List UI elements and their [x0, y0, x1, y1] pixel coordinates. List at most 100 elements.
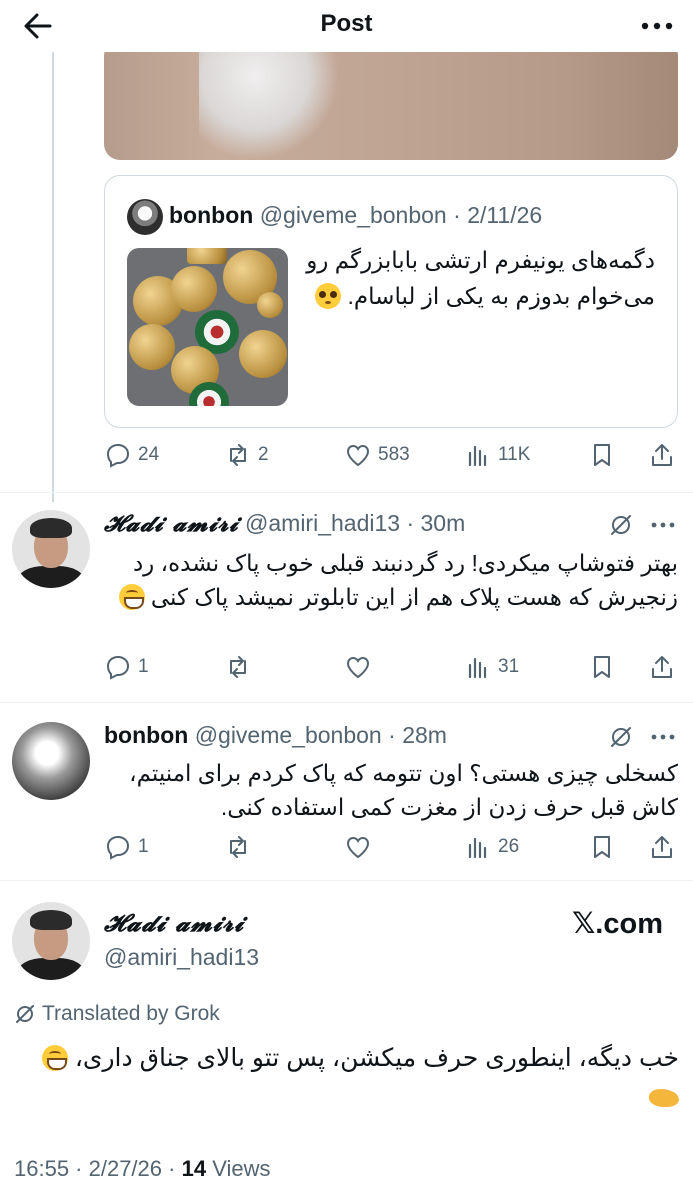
avatar[interactable] [12, 722, 90, 800]
views-button[interactable]: 31 [464, 652, 519, 682]
author-name[interactable]: bonbon [104, 722, 188, 748]
like-count: 583 [378, 444, 410, 465]
author-handle: @amiri_hadi13 [245, 510, 401, 536]
views-button[interactable]: 26 [464, 832, 519, 862]
pointing-hand-icon [649, 1089, 679, 1107]
avatar[interactable] [127, 199, 163, 235]
reply-actions: 1 26 [104, 832, 678, 862]
like-button[interactable] [344, 832, 372, 862]
avatar[interactable] [12, 510, 90, 588]
reply-icon [106, 655, 130, 680]
heart-icon [346, 836, 370, 859]
avatar[interactable] [12, 902, 90, 980]
repost-button[interactable] [224, 832, 252, 862]
like-button[interactable]: 583 [344, 440, 410, 470]
post-photo[interactable] [104, 40, 678, 160]
quoted-post[interactable]: bonbon @giveme_bonbon · 2/11/26 دگمه‌های… [104, 175, 678, 428]
reply-button[interactable]: 1 [104, 652, 149, 682]
grok-translate-icon[interactable] [608, 724, 634, 750]
avatar-shirt [18, 566, 84, 588]
post-time: 28m [402, 722, 447, 748]
repost-icon [230, 656, 246, 678]
views-icon [468, 657, 487, 679]
photo-button [129, 324, 175, 370]
photo-button [257, 292, 283, 318]
like-button[interactable] [344, 652, 372, 682]
share-icon [652, 444, 672, 466]
separator: · [400, 510, 421, 536]
bookmark-icon [594, 444, 610, 466]
more-options-icon[interactable] [648, 724, 678, 750]
bookmark-button[interactable] [588, 440, 616, 470]
separator: · [453, 202, 468, 228]
views-count: 11K [498, 444, 531, 465]
avatar-hair [30, 910, 72, 930]
reply-icon [106, 835, 130, 860]
photo-button [171, 266, 217, 312]
repost-button[interactable]: 2 [224, 440, 269, 470]
translated-by-grok[interactable]: Translated by Grok [14, 1002, 220, 1026]
share-icon [652, 656, 672, 678]
repost-icon [230, 444, 246, 466]
divider [0, 702, 693, 703]
views-icon [468, 837, 487, 859]
avatar-hair [30, 518, 72, 538]
reply-text: بهتر فتوشاپ میکردی! رد گردنبند قبلی خوب … [104, 546, 678, 614]
author-name[interactable]: 𝓗𝓪𝓭𝓲 𝓪𝓶𝓲𝓻𝓲 [104, 908, 244, 937]
share-button[interactable] [648, 440, 676, 470]
bookmark-icon [594, 656, 610, 678]
author-handle[interactable]: @amiri_hadi13 [104, 944, 259, 971]
views-count: 14 [181, 1156, 207, 1181]
author-handle: @giveme_bonbon [259, 202, 447, 228]
reply-actions: 1 31 [104, 652, 678, 682]
heart-icon [346, 444, 370, 467]
views-icon [468, 445, 487, 467]
heart-icon [346, 656, 370, 679]
photo-highlight [199, 40, 339, 160]
main-post: 𝓗𝓪𝓭𝓲 𝓪𝓶𝓲𝓻𝓲 @amiri_hadi13 𝕏.com Translate… [0, 880, 693, 1200]
repost-button[interactable] [224, 652, 252, 682]
photo-button [187, 248, 227, 264]
more-options-icon[interactable] [637, 10, 677, 42]
bookmark-icon [594, 836, 610, 858]
post-text: خب دیگه، اینطوری حرف میکشن، پس تتو بالای… [14, 1038, 679, 1118]
separator: · [381, 722, 403, 748]
page-title: Post [320, 10, 373, 37]
reply-button[interactable]: 1 [104, 832, 149, 862]
share-button[interactable] [648, 832, 676, 862]
reply-icon [106, 443, 130, 468]
post-time: 30m [420, 510, 466, 536]
views-count: 31 [498, 656, 520, 677]
reply-count: 1 [138, 836, 149, 857]
x-brand-watermark: 𝕏.com [571, 908, 663, 940]
author-name[interactable]: bonbon [169, 202, 253, 228]
share-button[interactable] [648, 652, 676, 682]
post-timestamp: 16:55 · 2/27/26 · [14, 1156, 176, 1181]
repost-icon [230, 836, 246, 858]
reply-count: 24 [138, 444, 160, 465]
more-options-icon[interactable] [648, 512, 678, 538]
post-actions: 24 2 583 11K [104, 440, 678, 470]
views-label: Views [212, 1156, 271, 1181]
views-button[interactable]: 11K [464, 440, 530, 470]
translated-label: Translated by Grok [42, 1002, 220, 1025]
grok-translate-icon[interactable] [608, 512, 634, 538]
post-date: 2/11/26 [467, 202, 543, 228]
divider [0, 492, 693, 493]
author-name[interactable]: 𝓗𝓪𝓭𝓲 𝓪𝓶𝓲𝓻𝓲 [104, 510, 239, 537]
views-count: 26 [498, 836, 520, 857]
pleading-face-icon [315, 283, 342, 309]
avatar-shirt [18, 958, 84, 980]
repost-count: 2 [258, 444, 269, 465]
reply-header: 𝓗𝓪𝓭𝓲 𝓪𝓶𝓲𝓻𝓲 @amiri_hadi13 · 30m [104, 510, 465, 537]
reply-button[interactable]: 24 [104, 440, 159, 470]
grinning-face-icon [118, 584, 145, 610]
bookmark-button[interactable] [588, 652, 616, 682]
grok-icon [16, 1005, 34, 1023]
bookmark-button[interactable] [588, 832, 616, 862]
buttons-photo[interactable] [127, 248, 288, 406]
grinning-face-icon [41, 1045, 68, 1071]
top-bar: Post [0, 0, 693, 52]
quoted-post-header: bonbon @giveme_bonbon · 2/11/26 [169, 202, 542, 229]
post-meta: 16:55 · 2/27/26 · 14 Views [14, 1156, 270, 1182]
